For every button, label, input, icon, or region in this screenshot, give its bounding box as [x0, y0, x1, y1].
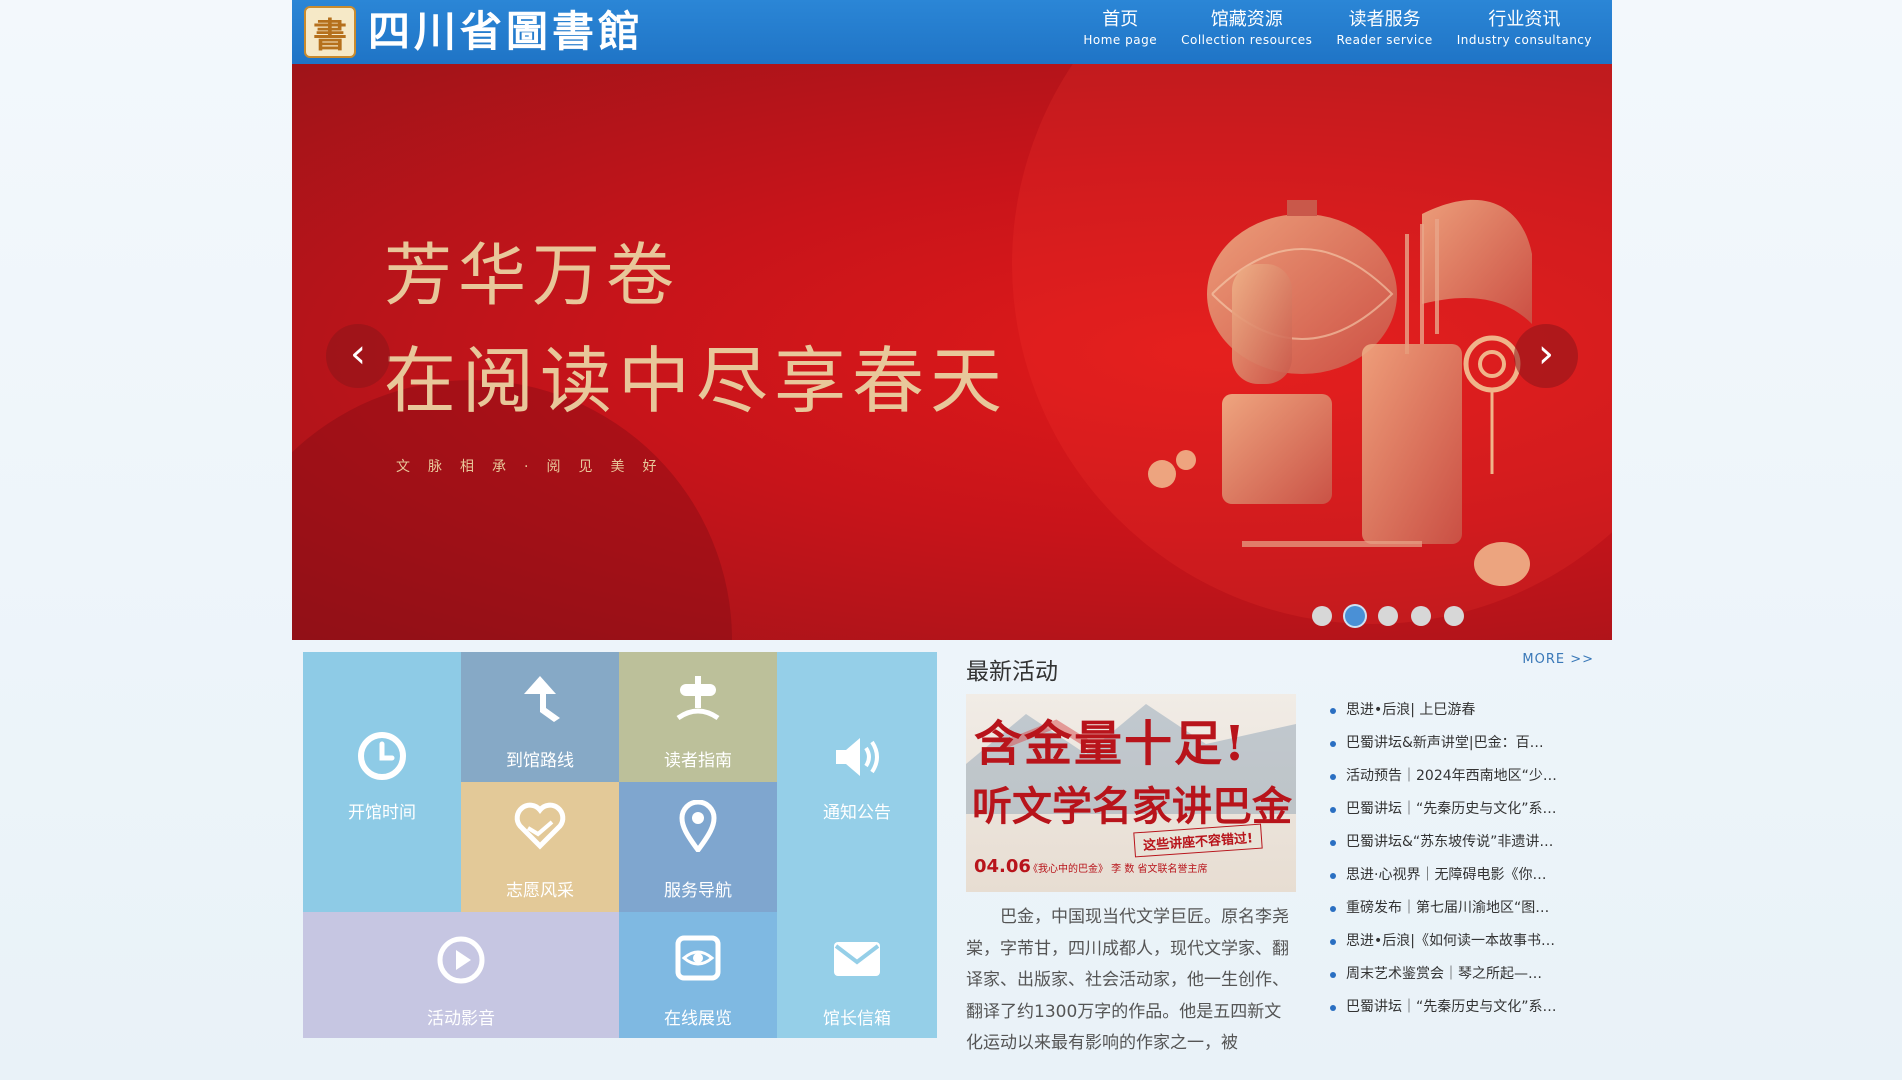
tile-label: 馆长信箱: [823, 1009, 891, 1029]
eye-icon: [675, 935, 721, 981]
tile-volunteers[interactable]: 志愿风采: [461, 782, 619, 912]
speaker-icon: [836, 738, 879, 776]
nav-reader-service[interactable]: 读者服务 Reader service: [1336, 8, 1432, 48]
news-item[interactable]: 思进·心视界｜无障碍电影《你…: [1328, 859, 1594, 892]
carousel-dot-3[interactable]: [1378, 606, 1398, 626]
news-item[interactable]: 重磅发布｜第七届川渝地区“图…: [1328, 892, 1594, 925]
library-logo-text[interactable]: 四川省圖書館: [368, 6, 644, 58]
section-title: 最新活动: [966, 659, 1058, 685]
news-item[interactable]: 巴蜀讲坛&“苏东坡传说”非遗讲…: [1328, 826, 1594, 859]
banner-headline-2: 在阅读中尽享春天: [384, 339, 1009, 423]
news-item[interactable]: 思进•后浪| 上巳游春: [1328, 694, 1594, 727]
location-pin-icon: [679, 800, 717, 852]
news-item[interactable]: 巴蜀讲坛&新声讲堂|巴金：百…: [1328, 727, 1594, 760]
tile-activity-media[interactable]: 活动影音: [303, 912, 619, 1038]
tile-label: 在线展览: [664, 1009, 732, 1029]
tile-notices[interactable]: 通知公告: [777, 652, 937, 912]
page: 書 四川省圖書館 首页 Home page 馆藏资源 Collection re…: [292, 0, 1612, 1053]
site-header: 書 四川省圖書館 首页 Home page 馆藏资源 Collection re…: [292, 0, 1612, 64]
nav-home[interactable]: 首页 Home page: [1083, 8, 1157, 48]
banner-subtitle: 文脉相承·阅见美好: [396, 459, 675, 475]
nav-sublabel: Home page: [1083, 33, 1158, 47]
carousel-dot-5[interactable]: [1444, 606, 1464, 626]
tile-label: 读者指南: [664, 751, 732, 771]
tile-label: 开馆时间: [348, 803, 416, 823]
lantern-illustration: [1148, 199, 1532, 586]
tile-online-exhibition[interactable]: 在线展览: [619, 912, 777, 1038]
nav-sublabel: Industry consultancy: [1456, 33, 1592, 47]
poster-meta: 《我心中的巴金》 李 数 省文联名誉主席: [1028, 864, 1208, 875]
activity-poster[interactable]: 含金量十足! 听文学名家讲巴金 这些讲座不容错过! 04.06 《我心中的巴金》…: [966, 694, 1296, 892]
carousel-prev-button[interactable]: ‹: [326, 324, 390, 388]
tile-label: 志愿风采: [506, 881, 574, 901]
service-tiles: 开馆时间 到馆路线 读者指南 通知公告 志愿风采 服务导航 活动影音 在线展览 …: [303, 652, 937, 1038]
nav-label: 首页: [1102, 9, 1139, 30]
tile-label: 通知公告: [823, 803, 891, 823]
news-item[interactable]: 活动预告｜2024年西南地区“少…: [1328, 760, 1594, 793]
nav-label: 馆藏资源: [1210, 9, 1283, 30]
tile-label: 服务导航: [664, 881, 732, 901]
nav-industry-consultancy[interactable]: 行业资讯 Industry consultancy: [1457, 8, 1592, 48]
poster-headline: 含金量十足!: [974, 716, 1248, 772]
carousel-dot-2[interactable]: [1345, 606, 1365, 626]
clock-icon: [358, 732, 406, 780]
mail-icon: [834, 942, 880, 976]
tile-route[interactable]: 到馆路线: [461, 652, 619, 782]
news-item[interactable]: 巴蜀讲坛｜“先秦历史与文化”系…: [1328, 793, 1594, 826]
banner-headline-1: 芳华万卷: [384, 237, 681, 316]
tile-label: 活动影音: [427, 1009, 495, 1029]
main-nav: 首页 Home page 馆藏资源 Collection resources 读…: [1059, 8, 1592, 48]
tile-director-mailbox[interactable]: 馆长信箱: [777, 912, 937, 1038]
poster-date: 04.06: [974, 856, 1031, 877]
latest-activities: 最新活动 MORE >> 含金量十足! 听文学名家讲巴金 这些讲座不容错过! 0…: [966, 652, 1594, 1053]
tile-opening-hours[interactable]: 开馆时间: [303, 652, 461, 912]
library-seal-logo[interactable]: 書: [304, 6, 356, 58]
hero-carousel[interactable]: 芳华万卷 在阅读中尽享春天 文脉相承·阅见美好 ‹ ›: [292, 64, 1612, 640]
route-arrow-icon: [524, 676, 560, 722]
news-list: 思进•后浪| 上巳游春 巴蜀讲坛&新声讲堂|巴金：百… 活动预告｜2024年西南…: [1328, 694, 1594, 1024]
poster-subheadline: 听文学名家讲巴金: [972, 783, 1292, 830]
heart-hand-icon: [514, 802, 566, 850]
signpost-icon: [676, 676, 720, 721]
tile-label: 到馆路线: [506, 751, 574, 771]
play-icon: [437, 936, 485, 984]
nav-collection-resources[interactable]: 馆藏资源 Collection resources: [1181, 8, 1312, 48]
activity-description: 巴金，中国现当代文学巨匠。原名李尧棠，字芾甘，四川成都人，现代文学家、翻译家、出…: [966, 907, 1289, 1053]
news-item[interactable]: 周末艺术鉴赏会｜琴之所起—…: [1328, 958, 1594, 991]
carousel-dot-4[interactable]: [1411, 606, 1431, 626]
carousel-dot-1[interactable]: [1312, 606, 1332, 626]
nav-sublabel: Collection resources: [1181, 33, 1313, 47]
more-link[interactable]: MORE >>: [1522, 652, 1594, 667]
carousel-next-button[interactable]: ›: [1514, 324, 1578, 388]
nav-sublabel: Reader service: [1336, 33, 1433, 47]
tile-reader-guide[interactable]: 读者指南: [619, 652, 777, 782]
news-item[interactable]: 巴蜀讲坛｜“先秦历史与文化”系…: [1328, 991, 1594, 1024]
carousel-dots: [1312, 606, 1477, 626]
nav-label: 行业资讯: [1488, 9, 1561, 30]
tile-service-navigation[interactable]: 服务导航: [619, 782, 777, 912]
nav-label: 读者服务: [1348, 9, 1421, 30]
news-item[interactable]: 思进•后浪|《如何读一本故事书…: [1328, 925, 1594, 958]
